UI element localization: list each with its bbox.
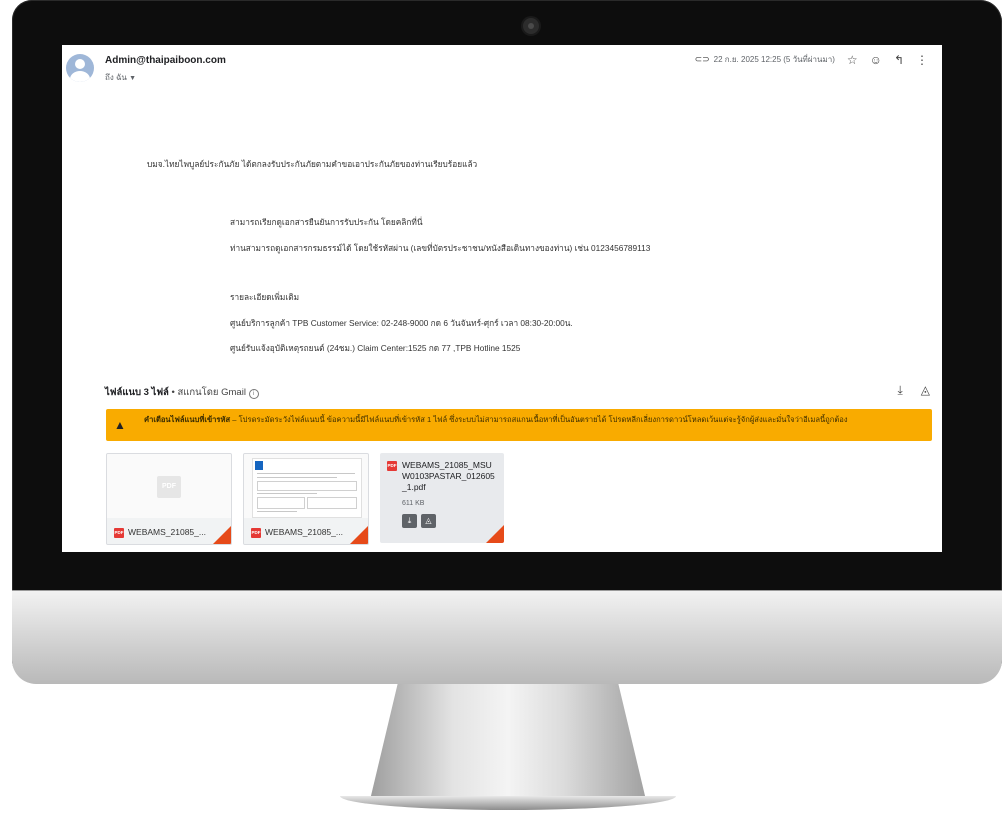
- pdf-placeholder-icon: PDF: [157, 476, 181, 498]
- attachments-actions: ⤓ ◬: [897, 383, 930, 398]
- add-to-drive-icon[interactable]: ◬: [421, 514, 436, 528]
- sender-avatar[interactable]: [66, 54, 94, 82]
- reply-icon[interactable]: ↰: [894, 54, 904, 66]
- pdf-corner-fold: [486, 525, 504, 543]
- attachment-filename: WEBAMS_21085_MSUW0103PASTAR_012605_1.pdf: [402, 460, 495, 492]
- attachment-thumbnail: PDF: [107, 454, 231, 518]
- attachment-filename: PDF WEBAMS_21085_...: [251, 527, 343, 538]
- document-preview: [252, 458, 362, 518]
- download-icon[interactable]: ⤓: [402, 514, 417, 528]
- camera: [523, 18, 539, 34]
- sender-email[interactable]: Admin@thaipaiboon.com: [105, 55, 226, 66]
- more-vert-icon[interactable]: ⋮: [916, 54, 928, 66]
- monitor-base: [340, 796, 676, 810]
- attachment-card-2[interactable]: PDF WEBAMS_21085_...: [243, 453, 369, 545]
- chevron-down-icon: ▼: [129, 75, 137, 82]
- attachment-card-1[interactable]: PDF PDF WEBAMS_21085_...: [106, 453, 232, 545]
- attachments-header: ไฟล์แนบ 3 ไฟล์ • สแกนโดย Gmail i: [105, 385, 259, 400]
- body-line-password: ท่านสามารถดูเอกสารกรมธรรม์ได้ โดยใช้รหัส…: [230, 243, 651, 253]
- scanned-by-gmail: • สแกนโดย Gmail: [168, 387, 246, 398]
- attachments-count: ไฟล์แนบ 3 ไฟล์: [105, 387, 169, 398]
- pdf-icon: PDF: [251, 527, 261, 538]
- pdf-corner-fold: [213, 526, 231, 544]
- recipient-toggle[interactable]: ถึง ฉัน ▼: [105, 71, 136, 84]
- to-label: ถึง ฉัน: [105, 73, 127, 82]
- pdf-corner-fold: [350, 526, 368, 544]
- body-line-more-details: รายละเอียดเพิ่มเติม: [230, 292, 300, 302]
- warning-title: คำเตือนไฟล์แนบที่เข้ารหัส: [144, 415, 231, 424]
- email-screen: Admin@thaipaiboon.com ถึง ฉัน ▼ ⊂⊃ 22 ก.…: [62, 45, 942, 552]
- warning-body: – โปรดระมัดระวังไฟล์แนบนี้ ข้อความนี้มีไ…: [230, 415, 848, 424]
- attachment-size: 611 KB: [402, 500, 425, 507]
- attachment-card-3[interactable]: PDF WEBAMS_21085_MSUW0103PASTAR_012605_1…: [380, 453, 504, 543]
- message-meta: ⊂⊃ 22 ก.ย. 2025 12:25 (5 วันที่ผ่านมา) ☆…: [695, 53, 928, 66]
- info-icon[interactable]: i: [248, 389, 259, 399]
- pdf-icon: PDF: [114, 527, 124, 538]
- monitor-chin: [12, 590, 1002, 684]
- emoji-icon[interactable]: ☺: [870, 54, 882, 66]
- pdf-icon: PDF: [387, 461, 397, 471]
- star-icon[interactable]: ☆: [847, 54, 858, 66]
- encrypted-attachment-warning: ▲ คำเตือนไฟล์แนบที่เข้ารหัส – โปรดระมัดร…: [106, 409, 932, 441]
- label-icon[interactable]: ⊂⊃: [695, 55, 710, 64]
- download-icon[interactable]: ⤓: [897, 383, 902, 398]
- monitor-stand: [370, 684, 646, 800]
- attachment-filename: PDF WEBAMS_21085_...: [114, 527, 206, 538]
- timestamp-group: ⊂⊃ 22 ก.ย. 2025 12:25 (5 วันที่ผ่านมา): [695, 53, 835, 66]
- timestamp: 22 ก.ย. 2025 12:25 (5 วันที่ผ่านมา): [713, 55, 835, 64]
- body-line-view-doc[interactable]: สามารถเรียกดูเอกสารยืนยันการรับประกัน โด…: [230, 215, 423, 229]
- warning-icon: ▲: [114, 418, 126, 432]
- warning-text: คำเตือนไฟล์แนบที่เข้ารหัส – โปรดระมัดระว…: [144, 414, 924, 425]
- attachment-thumbnail: [244, 454, 368, 518]
- body-line-customer-service: ศูนย์บริการลูกค้า TPB Customer Service: …: [230, 318, 573, 328]
- body-line-claim-center: ศูนย์รับแจ้งอุบัติเหตุรถยนต์ (24ชม.) Cla…: [230, 343, 521, 353]
- body-line-confirmation: บมจ.ไทยไพบูลย์ประกันภัย ได้ตกลงรับประกัน…: [147, 159, 478, 169]
- add-to-drive-icon[interactable]: ◬: [921, 383, 930, 398]
